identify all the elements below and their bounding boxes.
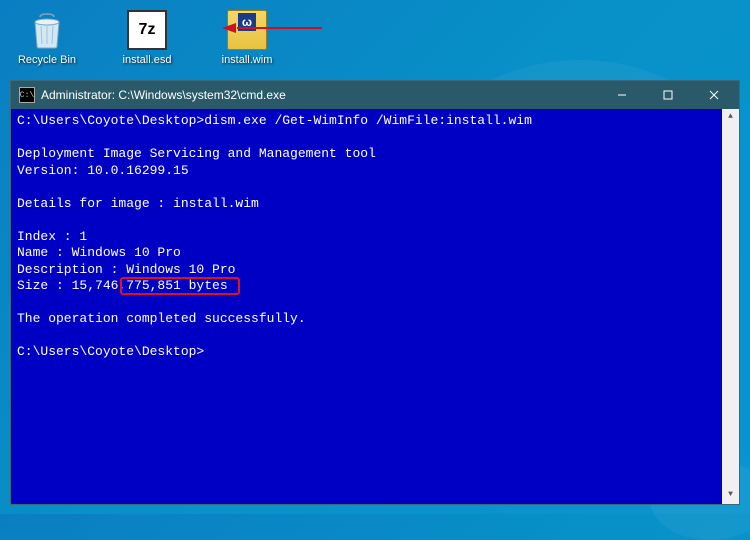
- cmd-app-icon: C:\: [19, 87, 35, 103]
- scroll-up-arrow[interactable]: ▲: [722, 109, 739, 126]
- cmd-output-line: Name : Windows 10 Pro: [17, 245, 181, 260]
- install-wim-icon[interactable]: ω install.wim: [212, 8, 282, 66]
- cmd-highlighted-value: Windows 10 Pro: [126, 262, 235, 277]
- desktop-icons-area: Recycle Bin 7z install.esd ω install.wim: [0, 0, 750, 74]
- close-button[interactable]: [691, 81, 737, 109]
- recycle-bin-icon[interactable]: Recycle Bin: [12, 8, 82, 66]
- icon-label: install.esd: [123, 54, 172, 66]
- cmd-output-line: Version: 10.0.16299.15: [17, 163, 189, 178]
- cmd-prompt: C:\Users\Coyote\Desktop>: [17, 344, 204, 359]
- maximize-icon: [663, 90, 673, 100]
- archive-icon: 7z: [127, 10, 167, 50]
- maximize-button[interactable]: [645, 81, 691, 109]
- icon-label: Recycle Bin: [18, 54, 76, 66]
- cmd-output-line: The operation completed successfully.: [17, 311, 306, 326]
- cmd-output-line: Index : 1: [17, 229, 87, 244]
- annotation-arrow: [222, 22, 322, 34]
- scroll-track[interactable]: [722, 126, 739, 487]
- minimize-button[interactable]: [599, 81, 645, 109]
- install-esd-icon[interactable]: 7z install.esd: [112, 8, 182, 66]
- cmd-command: dism.exe /Get-WimInfo /WimFile:install.w…: [204, 113, 532, 128]
- cmd-window: C:\ Administrator: C:\Windows\system32\c…: [10, 80, 740, 505]
- close-icon: [709, 90, 719, 100]
- icon-label: install.wim: [222, 54, 273, 66]
- minimize-icon: [617, 90, 627, 100]
- cmd-output-line: Size : 15,746,775,851 bytes: [17, 278, 228, 293]
- cmd-titlebar[interactable]: C:\ Administrator: C:\Windows\system32\c…: [11, 81, 739, 109]
- cmd-scrollbar[interactable]: ▲ ▼: [722, 109, 739, 504]
- cmd-output-line: Deployment Image Servicing and Managemen…: [17, 146, 376, 161]
- cmd-output-line: Details for image : install.wim: [17, 196, 259, 211]
- cmd-prompt: C:\Users\Coyote\Desktop>: [17, 113, 204, 128]
- cmd-terminal-body[interactable]: C:\Users\Coyote\Desktop>dism.exe /Get-Wi…: [11, 109, 739, 504]
- window-title: Administrator: C:\Windows\system32\cmd.e…: [41, 88, 599, 102]
- cmd-output-line: Description :: [17, 262, 126, 277]
- trash-icon: [25, 8, 69, 52]
- scroll-down-arrow[interactable]: ▼: [722, 487, 739, 504]
